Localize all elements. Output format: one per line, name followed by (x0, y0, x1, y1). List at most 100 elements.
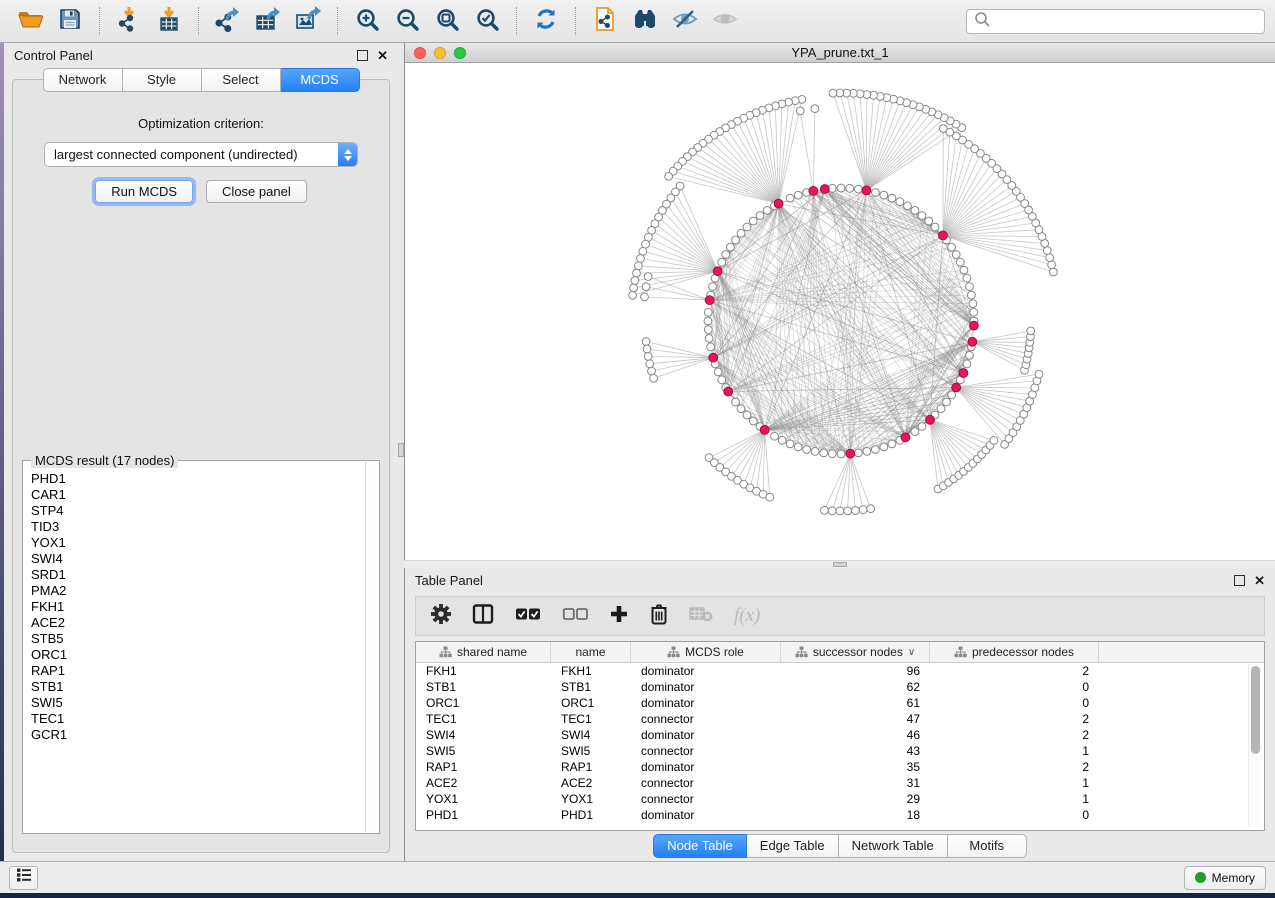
column-header-name[interactable]: name (551, 642, 631, 662)
run-mcds-button[interactable]: Run MCDS (95, 180, 193, 203)
panel-list-button[interactable] (9, 866, 38, 890)
vertical-splitter[interactable] (398, 43, 404, 861)
list-item[interactable]: STB5 (31, 631, 366, 647)
delete-column-button[interactable] (650, 603, 668, 630)
network-graph[interactable] (405, 63, 1275, 560)
import-table-button[interactable] (149, 4, 189, 38)
splitter-handle[interactable] (398, 443, 404, 457)
list-item[interactable]: SWI5 (31, 695, 366, 711)
close-panel-icon[interactable]: ✕ (377, 49, 388, 62)
tab-network[interactable]: Network (43, 68, 123, 92)
splitter-handle[interactable] (833, 562, 847, 567)
list-item[interactable]: STP4 (31, 503, 366, 519)
minimize-window-button[interactable] (434, 47, 446, 59)
open-session-button[interactable] (10, 4, 50, 38)
close-window-button[interactable] (414, 47, 426, 59)
table-row[interactable]: STB1STB1dominator620 (416, 679, 1264, 695)
deselect-all-button[interactable] (562, 607, 588, 626)
mcds-result-list[interactable]: PHD1CAR1STP4TID3YOX1SWI4SRD1PMA2FKH1ACE2… (24, 462, 366, 832)
table-scrollbar[interactable] (1248, 664, 1262, 827)
list-item[interactable]: TID3 (31, 519, 366, 535)
tab-network-table[interactable]: Network Table (839, 834, 948, 858)
table-row[interactable]: YOX1YOX1connector291 (416, 791, 1264, 807)
list-item[interactable]: SWI4 (31, 551, 366, 567)
save-session-button[interactable] (50, 4, 90, 38)
horizontal-splitter[interactable] (404, 560, 1275, 568)
tab-motifs[interactable]: Motifs (948, 834, 1027, 858)
toolbar-group (526, 4, 566, 38)
search-box[interactable] (966, 9, 1265, 34)
network-canvas[interactable] (405, 63, 1275, 560)
table-cell: dominator (631, 664, 781, 678)
app-window: Control Panel ✕ NetworkStyleSelectMCDS O… (0, 0, 1275, 893)
table-options-button[interactable] (431, 604, 451, 629)
export-image-button[interactable] (288, 4, 328, 38)
export-table-button[interactable] (248, 4, 288, 38)
column-header-predecessor-nodes[interactable]: predecessor nodes (930, 642, 1099, 662)
table-row[interactable]: ACE2ACE2connector311 (416, 775, 1264, 791)
zoom-window-button[interactable] (454, 47, 466, 59)
search-input[interactable] (995, 13, 1257, 30)
table-cell: connector (631, 776, 781, 790)
tab-select[interactable]: Select (202, 68, 281, 92)
list-item[interactable]: PMA2 (31, 583, 366, 599)
first-neighbors-button[interactable] (585, 4, 625, 38)
memory-button[interactable]: Memory (1184, 866, 1266, 890)
zoom-in-button[interactable] (347, 4, 387, 38)
node-table: shared namenameMCDS rolesuccessor nodes∨… (415, 641, 1265, 831)
table-row[interactable]: PHD1PHD1dominator180 (416, 807, 1264, 823)
table-cell: dominator (631, 728, 781, 742)
list-item[interactable]: TEC1 (31, 711, 366, 727)
float-panel-button[interactable] (1234, 575, 1245, 586)
list-item[interactable]: GCR1 (31, 727, 366, 743)
list-item[interactable]: SRD1 (31, 567, 366, 583)
tab-mcds[interactable]: MCDS (281, 68, 360, 92)
refresh-layout-button[interactable] (526, 4, 566, 38)
table-row[interactable]: RAP1RAP1dominator352 (416, 759, 1264, 775)
show-columns-button[interactable] (472, 604, 494, 629)
zoom-selected-button[interactable] (467, 4, 507, 38)
search-network-button[interactable] (625, 4, 665, 38)
select-all-button[interactable] (515, 607, 541, 626)
table-cell: FKH1 (416, 664, 551, 678)
list-item[interactable]: ACE2 (31, 615, 366, 631)
table-row[interactable]: TEC1TEC1connector472 (416, 711, 1264, 727)
add-column-button[interactable] (609, 604, 629, 629)
table-cell: 2 (930, 712, 1099, 726)
import-network-button[interactable] (109, 4, 149, 38)
float-panel-button[interactable] (357, 50, 368, 61)
main-toolbar (0, 0, 1275, 43)
tab-node-table[interactable]: Node Table (653, 834, 747, 858)
list-item[interactable]: YOX1 (31, 535, 366, 551)
close-panel-button[interactable]: Close panel (206, 180, 307, 203)
list-item[interactable]: CAR1 (31, 487, 366, 503)
zoom-out-button[interactable] (387, 4, 427, 38)
tab-edge-table[interactable]: Edge Table (747, 834, 839, 858)
table-row[interactable]: ORC1ORC1dominator610 (416, 695, 1264, 711)
select-all-icon (515, 607, 541, 626)
table-row[interactable]: SWI4SWI4dominator462 (416, 727, 1264, 743)
list-item[interactable]: PHD1 (31, 471, 366, 487)
table-row[interactable]: SWI5SWI5connector431 (416, 743, 1264, 759)
column-header-MCDS-role[interactable]: MCDS role (631, 642, 781, 662)
table-body: FKH1FKH1dominator962STB1STB1dominator620… (416, 663, 1264, 823)
network-window-title: YPA_prune.txt_1 (405, 45, 1275, 60)
column-header-shared-name[interactable]: shared name (416, 642, 551, 662)
list-item[interactable]: ORC1 (31, 647, 366, 663)
list-item[interactable]: STB1 (31, 679, 366, 695)
export-network-button[interactable] (208, 4, 248, 38)
show-all-button (705, 4, 745, 38)
scrollbar-thumb[interactable] (1251, 666, 1260, 754)
table-row[interactable]: FKH1FKH1dominator962 (416, 663, 1264, 679)
network-window-titlebar[interactable]: YPA_prune.txt_1 (405, 43, 1275, 63)
hide-selected-button[interactable] (665, 4, 705, 38)
column-label: predecessor nodes (972, 645, 1074, 659)
tab-style[interactable]: Style (123, 68, 202, 92)
zoom-fit-button[interactable] (427, 4, 467, 38)
list-item[interactable]: FKH1 (31, 599, 366, 615)
mcds-list-scrollbar[interactable] (365, 462, 378, 832)
close-panel-icon[interactable]: ✕ (1254, 574, 1265, 587)
column-header-successor-nodes[interactable]: successor nodes∨ (781, 642, 930, 662)
list-item[interactable]: RAP1 (31, 663, 366, 679)
optimization-criterion-select[interactable]: largest connected component (undirected) (44, 142, 358, 167)
